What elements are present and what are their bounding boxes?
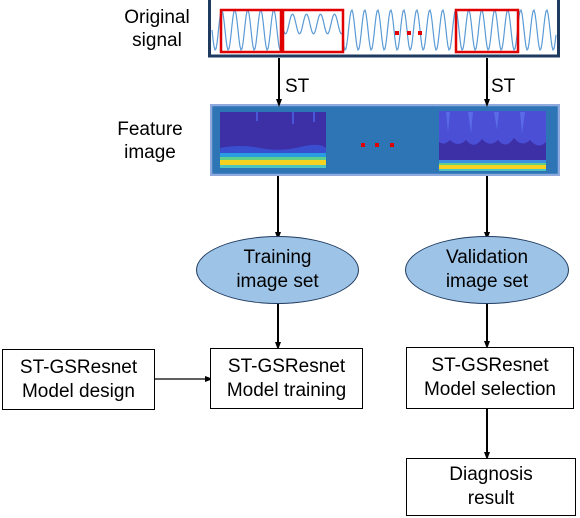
model-design-line1: ST-GSResnet xyxy=(19,356,138,378)
model-design-line2: Model design xyxy=(21,380,136,402)
model-selection-box: ST-GSResnet Model selection xyxy=(406,347,574,409)
model-selection-line1: ST-GSResnet xyxy=(431,355,549,376)
training-image-set-line1: Training xyxy=(243,247,312,268)
training-image-set-line2: image set xyxy=(236,271,319,292)
diagnosis-result-line2: result xyxy=(467,488,515,509)
validation-image-set: Validation image set xyxy=(405,236,569,304)
diagnosis-result-line1: Diagnosis xyxy=(449,464,533,485)
st-label-right: ST xyxy=(491,76,516,97)
validation-image-set-line2: image set xyxy=(445,271,529,292)
model-selection-line2: Model selection xyxy=(423,379,557,400)
st-label-left: ST xyxy=(285,76,310,97)
diagnosis-result-box: Diagnosis result xyxy=(406,458,576,516)
model-training-line2: Model training xyxy=(226,379,347,401)
model-training-box: ST-GSResnet Model training xyxy=(210,348,363,409)
model-design-box: ST-GSResnet Model design xyxy=(2,349,155,410)
training-image-set: Training image set xyxy=(196,236,359,304)
model-training-line1: ST-GSResnet xyxy=(227,355,346,377)
validation-image-set-line1: Validation xyxy=(445,247,529,268)
